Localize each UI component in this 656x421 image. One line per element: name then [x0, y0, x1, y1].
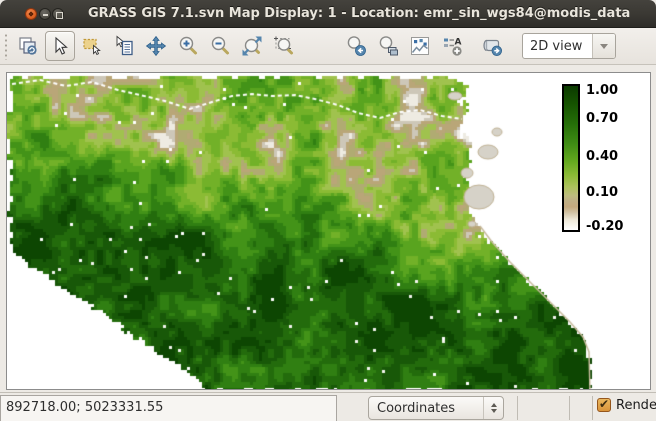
zoom-to-map-button[interactable]	[373, 31, 403, 61]
render-display-icon	[17, 35, 39, 57]
legend-label: -0.20	[586, 219, 634, 234]
pan-button[interactable]	[141, 31, 171, 61]
svg-text:A: A	[455, 38, 462, 48]
legend-label: 0.70	[586, 111, 634, 126]
analyze-icon	[409, 35, 431, 57]
spinner-down-icon	[491, 409, 497, 413]
render-checkbox-label: Render	[616, 398, 656, 413]
zoom-out-icon	[209, 35, 231, 57]
chevron-down-icon	[600, 44, 608, 49]
close-button[interactable]	[25, 8, 37, 20]
zoom-in-button[interactable]	[173, 31, 203, 61]
pointer-button[interactable]	[45, 31, 75, 61]
query-button[interactable]	[109, 31, 139, 61]
analyze-button[interactable]	[405, 31, 435, 61]
statusbar-separator	[517, 396, 518, 420]
statusbar-separator	[569, 396, 570, 420]
coordinate-display: 892718.00; 5023331.55	[0, 395, 337, 421]
save-display-icon	[481, 35, 503, 57]
zoom-region-icon	[273, 35, 295, 57]
statusbar-separator	[592, 396, 593, 420]
save-display-button[interactable]	[477, 31, 507, 61]
view-mode-value: 2D view	[523, 39, 592, 54]
add-overlay-button[interactable]: A	[437, 31, 467, 61]
view-mode-dropdown[interactable]: 2D view	[522, 33, 616, 59]
zoom-in-icon	[177, 35, 199, 57]
window-title: GRASS GIS 7.1.svn Map Display: 1 - Locat…	[88, 0, 630, 28]
render-checkbox[interactable]	[597, 398, 611, 412]
render-display-button[interactable]	[13, 31, 43, 61]
maximize-button[interactable]	[52, 8, 64, 20]
view-mode-dropdown-button[interactable]	[592, 34, 615, 58]
legend-label: 0.40	[586, 149, 634, 164]
pan-icon	[145, 35, 167, 57]
query-icon	[113, 35, 135, 57]
legend-label: 1.00	[586, 83, 634, 98]
select-button[interactable]	[77, 31, 107, 61]
minimize-button[interactable]	[39, 8, 51, 20]
statusbar-mode-selector[interactable]: Coordinates	[368, 396, 504, 420]
zoom-extent-button[interactable]	[237, 31, 267, 61]
toolbar-spacer	[468, 46, 476, 47]
pointer-icon	[49, 35, 71, 57]
zoom-out-button[interactable]	[205, 31, 235, 61]
spinner-up-icon	[491, 403, 497, 407]
statusbar: 892718.00; 5023331.55 Coordinates Render	[0, 392, 656, 421]
map-display-area[interactable]	[6, 72, 651, 390]
raster-legend-colorbar[interactable]	[562, 84, 580, 232]
toolbar-spacer	[300, 46, 340, 47]
spinner-buttons[interactable]	[483, 397, 503, 419]
zoom-back-button[interactable]	[341, 31, 371, 61]
map-display-window: GRASS GIS 7.1.svn Map Display: 1 - Locat…	[0, 0, 656, 421]
add-overlay-icon: A	[441, 35, 463, 57]
toolbar-gripper[interactable]	[2, 32, 12, 60]
statusbar-mode-value: Coordinates	[369, 401, 483, 416]
legend-label: 0.10	[586, 185, 634, 200]
select-icon	[81, 35, 103, 57]
zoom-to-map-icon	[377, 35, 399, 57]
titlebar[interactable]: GRASS GIS 7.1.svn Map Display: 1 - Locat…	[0, 0, 656, 28]
zoom-extent-icon	[241, 35, 263, 57]
zoom-region-button[interactable]	[269, 31, 299, 61]
zoom-back-icon	[345, 35, 367, 57]
map-canvas[interactable]	[7, 73, 650, 389]
map-toolbar: A 2D view	[0, 28, 656, 65]
